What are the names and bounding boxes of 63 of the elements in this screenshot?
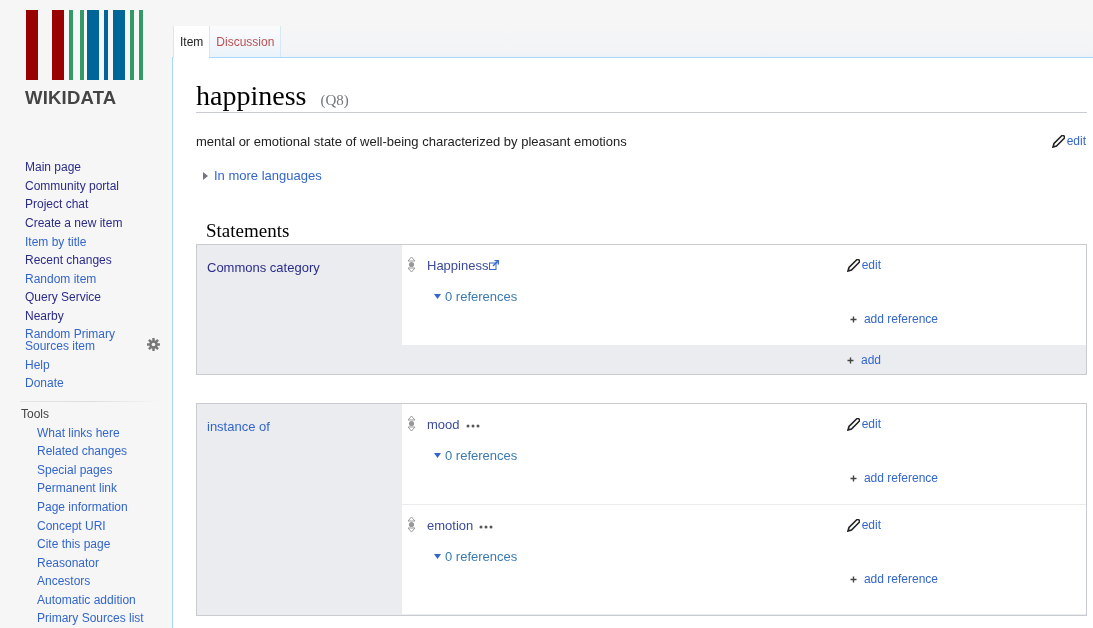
edit-link[interactable]: edit	[1051, 134, 1086, 148]
sidebar-link[interactable]: Related changes	[37, 445, 128, 458]
sidebar-link[interactable]: Random Primary Sources item	[25, 328, 130, 353]
tab[interactable]: Discussion	[209, 26, 282, 57]
value-link[interactable]: Happiness	[427, 257, 500, 273]
section-heading: Tools	[20, 407, 50, 420]
references-toggle[interactable]: 0 references	[434, 448, 518, 463]
references-toggle[interactable]: 0 references	[434, 289, 518, 304]
triangle-down-icon	[434, 294, 441, 299]
plus-icon	[846, 356, 854, 364]
sidebar-link[interactable]: Create a new item	[25, 217, 123, 230]
add-reference-link[interactable]: add reference	[849, 312, 938, 326]
property-link[interactable]: instance of	[207, 419, 270, 434]
add-reference-link[interactable]: add reference	[849, 471, 938, 485]
sidebar-link[interactable]: Project chat	[25, 198, 89, 211]
item-id: (Q8)	[320, 92, 349, 109]
rank-icon	[407, 255, 416, 273]
sidebar-link[interactable]: Automatic addition	[37, 593, 136, 606]
add-reference-link[interactable]: add reference	[849, 572, 938, 586]
sidebar-link[interactable]: Random item	[25, 272, 97, 285]
sidebar-link[interactable]: Page information	[37, 500, 128, 513]
references-toggle[interactable]: 0 references	[434, 549, 518, 564]
logo-text[interactable]: WIKIDATA	[25, 88, 145, 108]
value-link[interactable]: emotion	[427, 517, 474, 533]
sidebar-link[interactable]: Donate	[25, 377, 64, 390]
plus-icon	[849, 474, 857, 482]
sidebar-link[interactable]: Special pages	[37, 463, 113, 476]
sidebar-link[interactable]: Community portal	[25, 179, 120, 192]
sidebar-link[interactable]: Concept URI	[37, 519, 106, 532]
sidebar-link[interactable]: What links here	[37, 426, 120, 439]
sidebar-link[interactable]: Reasonator	[37, 556, 100, 569]
triangle-right-icon	[203, 171, 208, 180]
more-languages-link[interactable]: In more languages	[203, 168, 322, 183]
sidebar-link[interactable]: Nearby	[25, 310, 64, 323]
add-link[interactable]: add	[846, 353, 881, 367]
sidebar-link[interactable]: Item by title	[25, 235, 87, 248]
sidebar-link[interactable]: Cite this page	[37, 538, 111, 551]
page-title: happiness	[196, 80, 307, 112]
triangle-down-icon	[434, 453, 441, 458]
sidebar-link[interactable]: Main page	[25, 161, 82, 174]
sidebar-link[interactable]: Recent changes	[25, 254, 112, 267]
value-link[interactable]: mood	[427, 416, 460, 432]
sidebar-link[interactable]: Query Service	[25, 291, 102, 304]
pencil-icon	[1051, 134, 1065, 148]
sidebar-link[interactable]: Ancestors	[37, 575, 91, 588]
plus-icon	[849, 575, 857, 583]
sidebar-link[interactable]: Primary Sources list	[37, 612, 144, 625]
pencil-icon	[846, 258, 860, 272]
rank-icon	[407, 414, 416, 432]
section-heading: Statements	[206, 219, 291, 243]
tab[interactable]: Item	[173, 26, 210, 58]
description: mental or emotional state of well-being characterized by pleasant emotions	[196, 133, 627, 149]
plus-icon	[849, 315, 857, 323]
triangle-down-icon	[434, 554, 441, 559]
edit-link[interactable]: edit	[846, 258, 881, 272]
sidebar-link[interactable]: Permanent link	[37, 482, 118, 495]
property-link[interactable]: Commons category	[207, 260, 320, 275]
sidebar-link[interactable]: Help	[25, 358, 50, 371]
edit-link[interactable]: edit	[846, 518, 881, 532]
edit-link[interactable]: edit	[846, 417, 881, 431]
rank-icon	[407, 515, 416, 533]
pencil-icon	[846, 417, 860, 431]
pencil-icon	[846, 518, 860, 532]
